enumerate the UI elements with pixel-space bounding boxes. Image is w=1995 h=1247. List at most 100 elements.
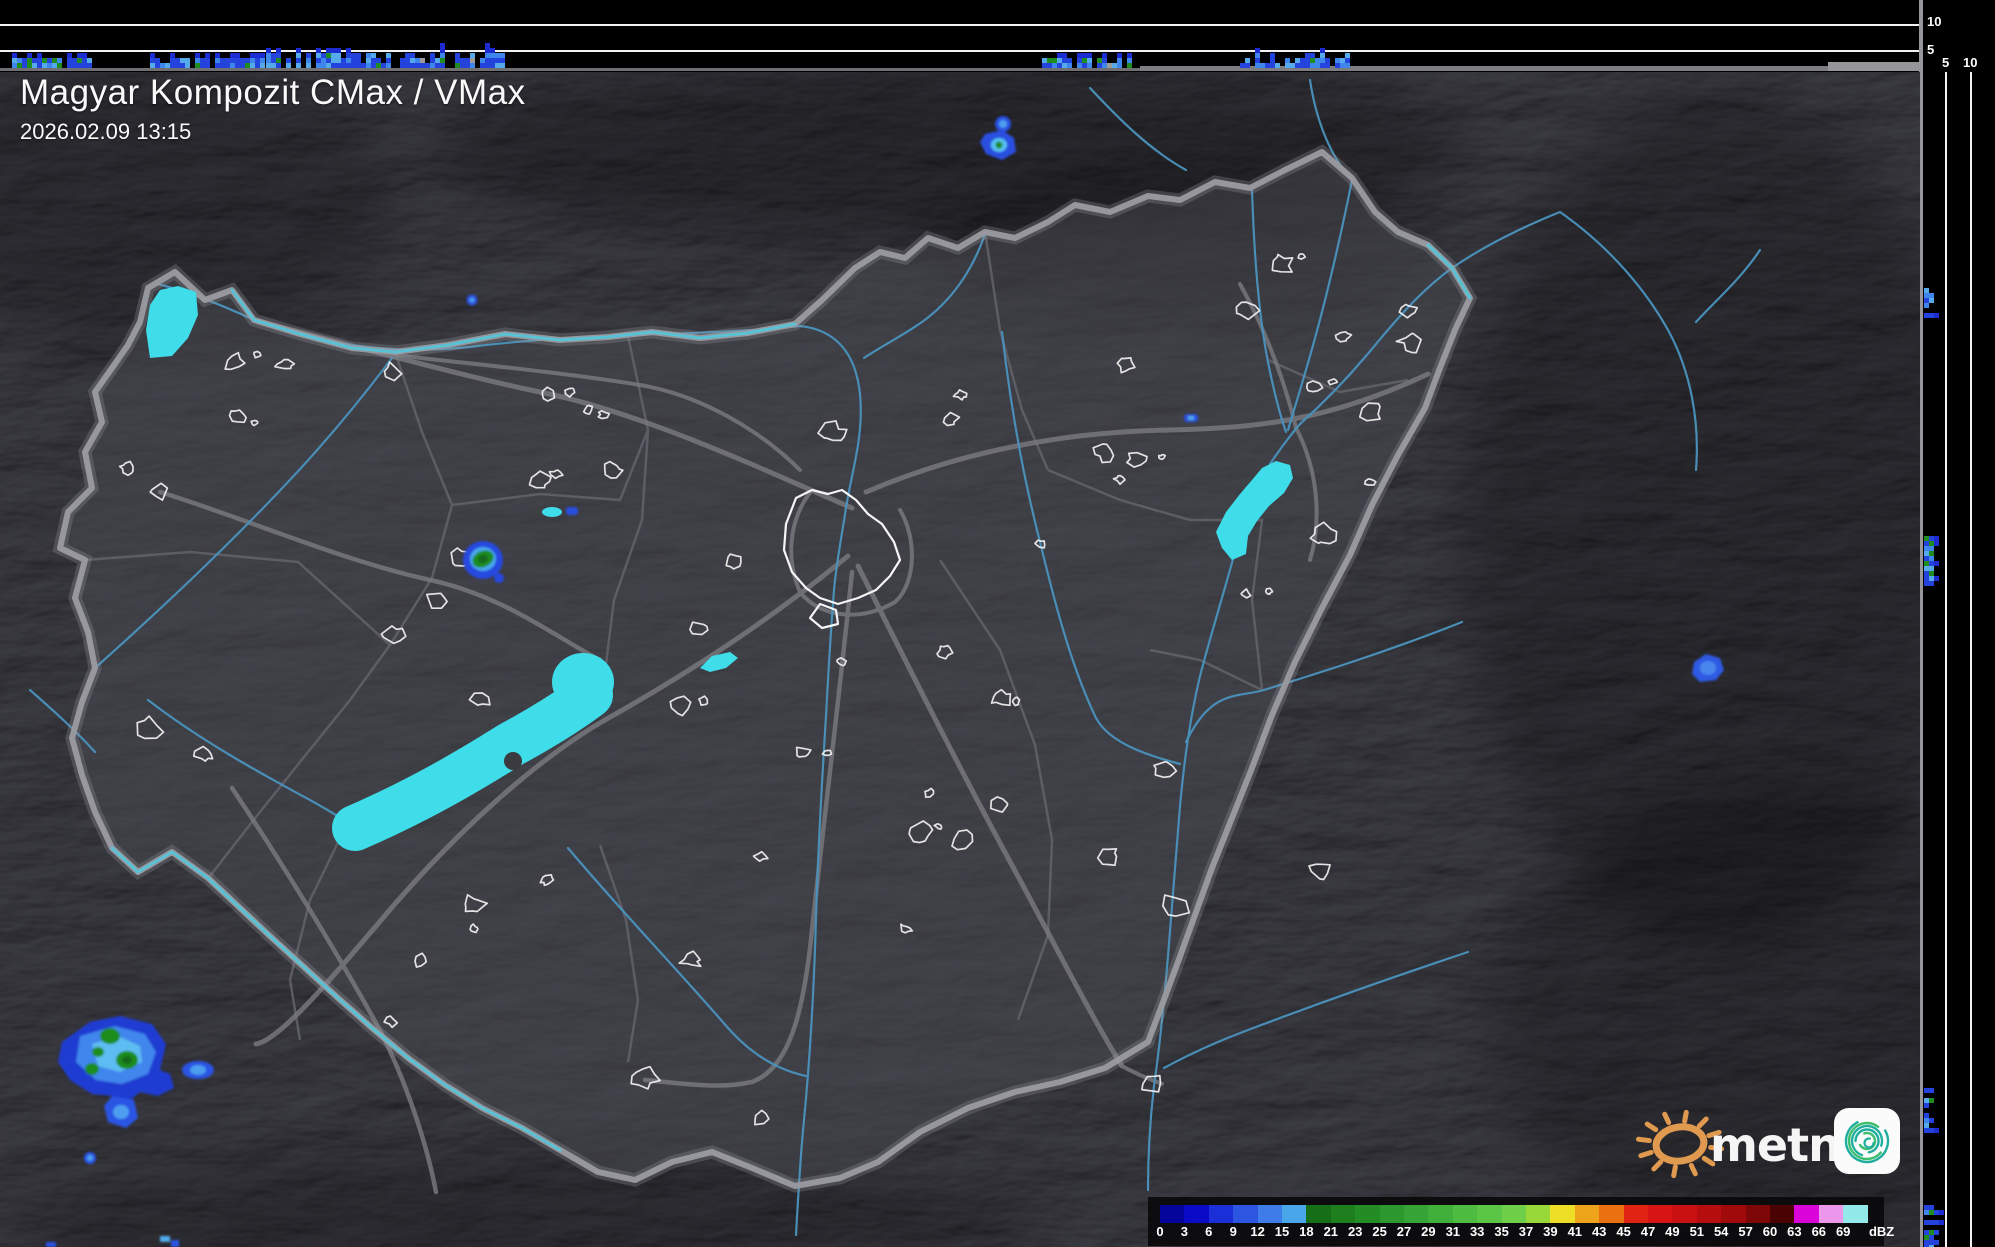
legend-tick-label: 37 [1518, 1224, 1534, 1239]
echo-pixel [470, 58, 475, 63]
top-profile-baseline-right [1828, 62, 1920, 71]
legend-tick-label: 54 [1713, 1224, 1729, 1239]
sun-ray [1682, 1109, 1689, 1124]
timestamp: 2026.02.09 13:15 [20, 119, 192, 144]
echo-pixel [1255, 53, 1260, 58]
echo-right-profile-panel: 10 5 5 10 [1919, 0, 1995, 1247]
legend-tick-label: 41 [1567, 1224, 1583, 1239]
legend-segment [1452, 1205, 1478, 1223]
legend-segment [1257, 1205, 1283, 1223]
legend-tick-label: 25 [1372, 1224, 1387, 1239]
echo-pixel [1067, 58, 1072, 63]
echo-pixel [1127, 63, 1132, 68]
echo-pixel [1934, 561, 1939, 566]
right-profile-5km-gridline [1945, 72, 1947, 1247]
legend-segment [1623, 1205, 1649, 1223]
echo-pixel [57, 63, 62, 68]
sun-ray [1688, 1162, 1698, 1177]
echo-pixel [87, 63, 92, 68]
sun-ring [1652, 1123, 1708, 1165]
legend-segment [1208, 1205, 1234, 1223]
legend-tick-label: 21 [1323, 1224, 1339, 1239]
radar-map [0, 50, 1995, 1247]
sun-ray [1638, 1149, 1654, 1159]
echo-pixel [1325, 63, 1330, 68]
echo-pixel [386, 53, 391, 58]
echo-pixel [1939, 1220, 1944, 1225]
echo-pixel [470, 53, 475, 58]
app-icon-background [1834, 1108, 1900, 1174]
echo-pixel [296, 58, 301, 63]
height-axis-label-10: 10 [1927, 14, 1942, 29]
page-title: Magyar Kompozit CMax / VMax [20, 73, 526, 112]
legend-tick-label: 45 [1616, 1224, 1631, 1239]
echo-pixel [1117, 58, 1122, 63]
echo-pixel [205, 53, 210, 58]
echo-pixel [276, 53, 281, 58]
legend-segment [1160, 1205, 1185, 1223]
legend-segment [1428, 1205, 1454, 1223]
legend-tick-label: 29 [1421, 1224, 1436, 1239]
legend-unit-label: dBZ [1868, 1224, 1895, 1239]
echo-pixel [1117, 63, 1122, 68]
echo-pixel [1345, 63, 1350, 68]
echo-pixel [440, 58, 445, 63]
legend-tick-label: 49 [1665, 1224, 1680, 1239]
echo-pixel [296, 53, 301, 58]
legend-tick-label: 63 [1787, 1224, 1802, 1239]
echo-pixel [1127, 58, 1132, 63]
echo-pixel [205, 58, 210, 63]
title-block: Magyar Kompozit CMax / VMax 2026.02.09 1… [20, 72, 526, 145]
echo-top-profile-panel [0, 0, 1920, 72]
echo-pixel [205, 63, 210, 68]
legend-tick-label: 23 [1347, 1224, 1363, 1239]
legend-segment [1526, 1205, 1551, 1223]
lake-balaton-ne-basin [552, 653, 614, 711]
legend-segment [1794, 1205, 1820, 1223]
legend-tick-label: 15 [1274, 1224, 1290, 1239]
legend-tick-label: 39 [1543, 1224, 1558, 1239]
echo-pixel [500, 58, 505, 63]
legend-segment [1233, 1205, 1259, 1223]
echo-pixel [1255, 48, 1260, 53]
right-axis-label-5: 5 [1942, 55, 1950, 70]
echo-pixel [1245, 58, 1250, 63]
echo-pixel [440, 53, 445, 58]
radar-viewer: { "header": { "title": "Magyar Kompozit … [0, 0, 1995, 1247]
echo-pixel [306, 63, 311, 68]
echo-pixel [440, 63, 445, 68]
top-profile-5km-gridline [0, 50, 1919, 52]
sun-ray [1671, 1164, 1678, 1179]
echo-pixel [296, 63, 301, 68]
legend-segment [1306, 1205, 1332, 1223]
echo-pixel [386, 63, 391, 68]
legend-segment [1404, 1205, 1429, 1223]
reflectivity-legend: 0 3 6 9 12 15 18 21 23 25 27 29 31 33 35 37 39 41 43 45 47 49… [1148, 1197, 1894, 1246]
metnet-logo: metnet [1612, 1098, 1912, 1192]
echo-pixel [1345, 58, 1350, 63]
legend-segment [1770, 1205, 1795, 1223]
echo-pixel [286, 58, 291, 63]
sun-ray [1644, 1121, 1659, 1133]
legend-segment [1574, 1205, 1600, 1223]
echo-pixel [1929, 298, 1934, 303]
legend-segment [1550, 1205, 1576, 1223]
legend-tick-label: 57 [1738, 1224, 1753, 1239]
echo-pixel [336, 48, 341, 53]
legend-segment [1184, 1205, 1210, 1223]
legend-tick-label: 27 [1396, 1224, 1412, 1239]
legend-segment [1696, 1205, 1722, 1223]
echo-pixel [1117, 53, 1122, 58]
sun-ray [1662, 1111, 1672, 1126]
echo-pixel [386, 58, 391, 63]
legend-tick-label: 33 [1469, 1224, 1485, 1239]
echo-pixel [260, 53, 265, 58]
echo-pixel [1934, 576, 1939, 581]
legend-tick-label: 60 [1762, 1224, 1778, 1239]
echo-pixel [440, 48, 445, 53]
top-profile-10km-gridline [0, 24, 1919, 26]
echo-pixel [1934, 541, 1939, 546]
echo-pixel [1325, 58, 1330, 63]
echo-pixel [356, 53, 361, 58]
echo-pixel [296, 48, 301, 53]
